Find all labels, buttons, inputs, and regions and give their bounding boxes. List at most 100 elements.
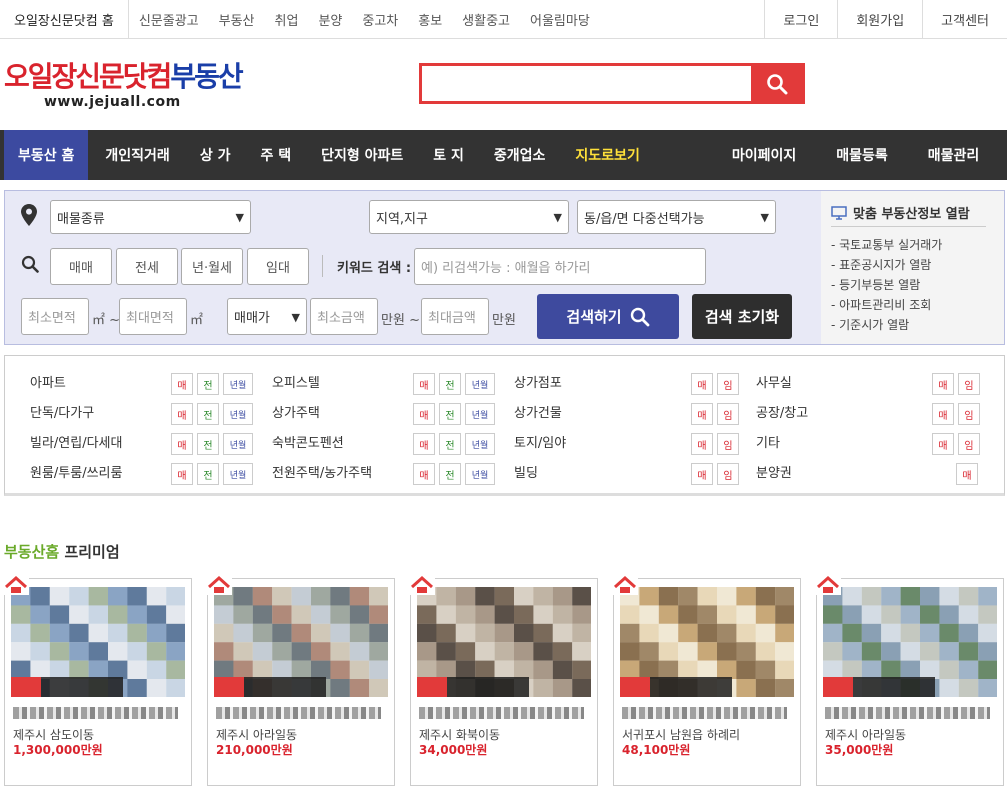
- tag-rent[interactable]: 년월: [465, 403, 495, 425]
- price-type-select[interactable]: 매매가 ▼: [227, 298, 307, 335]
- tag-rent[interactable]: 년월: [223, 463, 253, 485]
- tag-jeonse[interactable]: 전: [439, 403, 461, 425]
- nav-manage-listings[interactable]: 매물관리: [928, 130, 980, 180]
- portal-link-promo[interactable]: 홍보: [408, 10, 452, 29]
- portal-link-jobs[interactable]: 취업: [265, 10, 309, 29]
- tag-lease[interactable]: 임: [958, 433, 980, 455]
- search-submit-button[interactable]: 검색하기: [537, 294, 679, 339]
- nav-houses[interactable]: 주 택: [260, 130, 291, 180]
- premium-listing-card[interactable]: 서귀포시 남원읍 하례리 48,100만원: [612, 575, 801, 786]
- tag-lease[interactable]: 임: [958, 403, 980, 425]
- deal-sale-button[interactable]: 매매: [50, 248, 112, 285]
- info-link-transaction-price[interactable]: - 국토교통부 실거래가: [831, 235, 942, 255]
- tag-jeonse[interactable]: 전: [439, 373, 461, 395]
- premium-listing-card[interactable]: 제주시 화북이동 34,000만원: [409, 575, 598, 786]
- category-link[interactable]: 사무실: [756, 372, 792, 391]
- tag-sale[interactable]: 매: [413, 373, 435, 395]
- nav-mypage[interactable]: 마이페이지: [732, 130, 796, 180]
- info-link-apt-fees[interactable]: - 아파트관리비 조회: [831, 295, 942, 315]
- tag-lease[interactable]: 임: [717, 463, 739, 485]
- nav-realestate-home[interactable]: 부동산 홈: [4, 130, 89, 180]
- tag-lease[interactable]: 임: [717, 373, 739, 395]
- nav-register-listing[interactable]: 매물등록: [836, 130, 888, 180]
- info-link-standard-price[interactable]: - 기준시가 열람: [831, 315, 942, 335]
- tag-sale[interactable]: 매: [413, 463, 435, 485]
- portal-link-usedcar[interactable]: 중고차: [352, 10, 408, 29]
- tag-rent[interactable]: 년월: [465, 433, 495, 455]
- category-link[interactable]: 기타: [756, 432, 780, 451]
- category-link[interactable]: 빌딩: [514, 462, 538, 481]
- tag-jeonse[interactable]: 전: [439, 433, 461, 455]
- nav-shops[interactable]: 상 가: [200, 130, 231, 180]
- category-link[interactable]: 전원주택/농가주택: [272, 462, 372, 481]
- category-link[interactable]: 숙박콘도펜션: [272, 432, 344, 451]
- category-link[interactable]: 빌라/연립/다세대: [30, 432, 122, 451]
- property-type-select[interactable]: 매물종류 ▼: [50, 200, 251, 234]
- portal-link-presale[interactable]: 분양: [308, 10, 352, 29]
- premium-listing-card[interactable]: 제주시 아라일동 210,000만원: [206, 575, 395, 786]
- portal-home-link[interactable]: 오일장신문닷컴 홈: [0, 0, 129, 38]
- category-link[interactable]: 상가점포: [514, 372, 562, 391]
- category-link[interactable]: 아파트: [30, 372, 66, 391]
- category-link[interactable]: 원룸/투룸/쓰리룸: [30, 462, 122, 481]
- nav-private-deals[interactable]: 개인직거래: [105, 130, 169, 180]
- search-reset-button[interactable]: 검색 초기화: [692, 294, 792, 339]
- deal-jeonse-button[interactable]: 전세: [116, 248, 178, 285]
- nav-map-view[interactable]: 지도로보기: [575, 130, 639, 180]
- tag-lease[interactable]: 임: [717, 403, 739, 425]
- nav-agencies[interactable]: 중개업소: [494, 130, 546, 180]
- nav-apartments[interactable]: 단지형 아파트: [321, 130, 403, 180]
- tag-rent[interactable]: 년월: [465, 373, 495, 395]
- premium-listing-card[interactable]: 제주시 삼도이동 1,300,000만원: [3, 575, 192, 786]
- category-link[interactable]: 분양권: [756, 462, 792, 481]
- tag-jeonse[interactable]: 전: [439, 463, 461, 485]
- tag-sale[interactable]: 매: [691, 403, 713, 425]
- portal-link-classified[interactable]: 신문줄광고: [129, 10, 209, 29]
- customer-center-link[interactable]: 고객센터: [922, 0, 1007, 38]
- signup-link[interactable]: 회원가입: [837, 0, 922, 38]
- category-link[interactable]: 공장/창고: [756, 402, 808, 421]
- tag-sale[interactable]: 매: [413, 403, 435, 425]
- tag-jeonse[interactable]: 전: [197, 463, 219, 485]
- dong-select[interactable]: 동/읍/면 다중선택가능 ▼: [577, 200, 776, 234]
- min-area-input[interactable]: 최소면적: [21, 298, 89, 335]
- tag-sale[interactable]: 매: [413, 433, 435, 455]
- tag-rent[interactable]: 년월: [223, 373, 253, 395]
- category-link[interactable]: 단독/다가구: [30, 402, 94, 421]
- category-link[interactable]: 상가주택: [272, 402, 320, 421]
- tag-sale[interactable]: 매: [932, 373, 954, 395]
- site-search-button[interactable]: [751, 66, 802, 101]
- premium-listing-card[interactable]: 제주시 아라일동 35,000만원: [815, 575, 1004, 786]
- tag-sale[interactable]: 매: [691, 463, 713, 485]
- login-link[interactable]: 로그인: [764, 0, 837, 38]
- tag-jeonse[interactable]: 전: [197, 373, 219, 395]
- max-price-input[interactable]: 최대금액: [421, 298, 489, 335]
- min-price-input[interactable]: 최소금액: [310, 298, 378, 335]
- info-link-registry[interactable]: - 등기부등본 열람: [831, 275, 942, 295]
- tag-rent[interactable]: 년월: [223, 403, 253, 425]
- keyword-input[interactable]: 예) 리검색가능 : 애월읍 하가리: [414, 248, 706, 285]
- portal-link-used-goods[interactable]: 생활중고: [452, 10, 520, 29]
- deal-rent-button[interactable]: 년·월세: [181, 248, 243, 285]
- tag-sale[interactable]: 매: [932, 433, 954, 455]
- tag-sale[interactable]: 매: [171, 433, 193, 455]
- tag-jeonse[interactable]: 전: [197, 403, 219, 425]
- tag-lease[interactable]: 임: [958, 373, 980, 395]
- category-link[interactable]: 토지/임야: [514, 432, 566, 451]
- max-area-input[interactable]: 최대면적: [119, 298, 187, 335]
- portal-link-realestate[interactable]: 부동산: [209, 10, 265, 29]
- tag-sale[interactable]: 매: [691, 373, 713, 395]
- site-logo[interactable]: 오일장신문닷컴부동산 www.jejuall.com: [4, 62, 244, 111]
- tag-rent[interactable]: 년월: [465, 463, 495, 485]
- nav-land[interactable]: 토 지: [433, 130, 464, 180]
- tag-sale[interactable]: 매: [932, 403, 954, 425]
- info-link-land-price[interactable]: - 표준공시지가 열람: [831, 255, 942, 275]
- tag-jeonse[interactable]: 전: [197, 433, 219, 455]
- tag-sale[interactable]: 매: [956, 463, 978, 485]
- category-link[interactable]: 오피스텔: [272, 372, 320, 391]
- tag-sale[interactable]: 매: [171, 403, 193, 425]
- tag-lease[interactable]: 임: [717, 433, 739, 455]
- tag-sale[interactable]: 매: [171, 373, 193, 395]
- portal-link-community[interactable]: 어울림마당: [520, 10, 600, 29]
- region-select[interactable]: 지역,지구 ▼: [369, 200, 569, 234]
